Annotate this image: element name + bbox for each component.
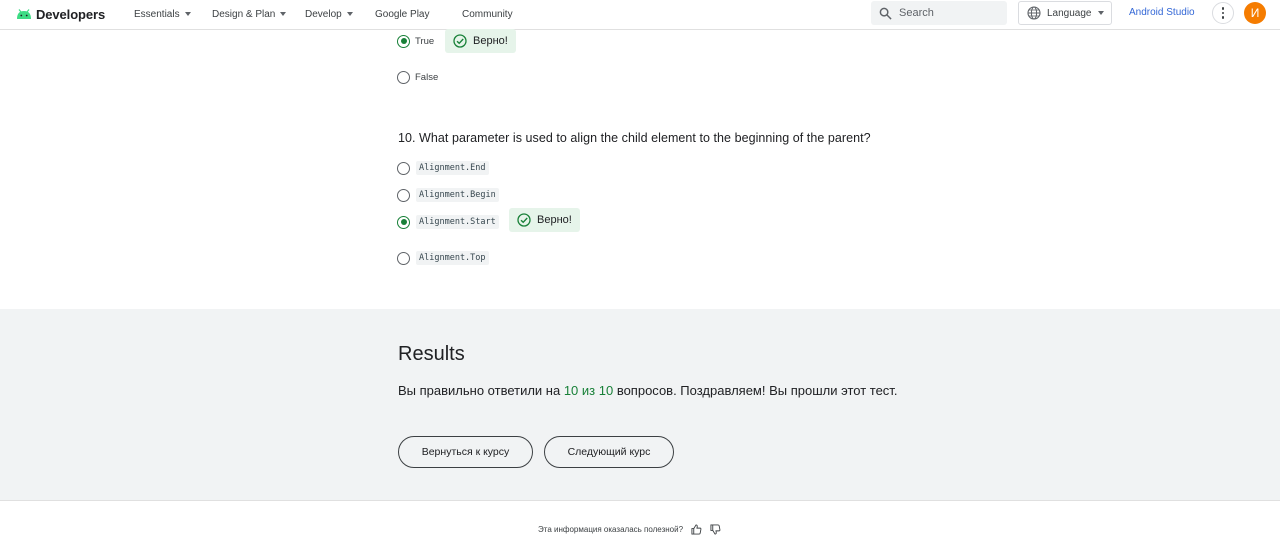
question-10-text: 10. What parameter is used to align the … (398, 131, 871, 145)
results-text-after: вопросов. Поздравляем! Вы прошли этот те… (613, 383, 898, 398)
results-score: 10 из 10 (563, 383, 614, 398)
nav-community[interactable]: Community (462, 7, 513, 21)
results-message: Вы правильно ответили на 10 из 10 вопрос… (398, 380, 898, 401)
option-false[interactable]: False (397, 69, 438, 85)
correct-badge: Верно! (445, 29, 516, 53)
thumb-up-icon[interactable] (691, 524, 702, 535)
correct-badge: Верно! (509, 208, 580, 232)
radio-unselected[interactable] (397, 251, 410, 265)
language-select[interactable]: Language (1018, 1, 1112, 25)
next-course-button[interactable]: Следующий курс (544, 436, 674, 468)
caret-down-icon (346, 12, 353, 16)
feedback-question: Эта информация оказалась полезной? (538, 525, 684, 534)
option-alignment-begin[interactable]: Alignment.Begin (397, 187, 499, 203)
thumb-down-icon[interactable] (710, 524, 721, 535)
feedback-bar: Эта информация оказалась полезной? (538, 524, 721, 535)
radio-unselected[interactable] (397, 161, 410, 175)
back-to-course-button[interactable]: Вернуться к курсу (398, 436, 533, 468)
language-label: Language (1047, 7, 1092, 19)
logo-text: Developers (36, 6, 106, 22)
caret-down-icon (184, 12, 191, 16)
nav-essentials[interactable]: Essentials (134, 7, 191, 21)
search-input[interactable]: Search (871, 1, 1007, 25)
nav-design-plan-label: Design & Plan (212, 8, 276, 20)
search-placeholder: Search (899, 7, 934, 19)
results-text-before: Вы правильно ответили на (398, 383, 564, 398)
option-code-label: Alignment.Top (416, 251, 489, 265)
check-circle-icon (517, 213, 531, 227)
search-icon (879, 7, 892, 20)
results-section (0, 309, 1280, 501)
top-nav-bar: Developers Essentials Design & Plan Deve… (0, 0, 1280, 30)
option-label: True (415, 35, 435, 47)
radio-unselected[interactable] (397, 70, 410, 84)
correct-badge-text: Верно! (473, 35, 508, 47)
android-studio-link[interactable]: Android Studio (1129, 7, 1195, 18)
radio-unselected[interactable] (397, 188, 410, 202)
caret-down-icon (280, 12, 287, 16)
option-code-label: Alignment.End (416, 161, 489, 175)
results-title: Results (398, 343, 465, 365)
correct-badge-text: Верно! (537, 214, 572, 226)
nav-google-play[interactable]: Google Play (375, 7, 429, 21)
globe-icon (1027, 6, 1041, 20)
option-alignment-end[interactable]: Alignment.End (397, 160, 489, 176)
option-alignment-top[interactable]: Alignment.Top (397, 250, 489, 266)
avatar[interactable]: И (1244, 2, 1266, 24)
option-code-label: Alignment.Start (416, 215, 499, 229)
nav-develop-label: Develop (305, 8, 342, 20)
caret-down-icon (1097, 11, 1104, 15)
nav-google-play-label: Google Play (375, 8, 430, 20)
option-label: False (415, 71, 439, 83)
android-icon (17, 9, 31, 19)
option-alignment-start[interactable]: Alignment.Start (397, 214, 499, 230)
more-options-icon[interactable] (1212, 2, 1234, 24)
radio-selected[interactable] (397, 215, 410, 229)
option-code-label: Alignment.Begin (416, 188, 499, 202)
nav-develop[interactable]: Develop (305, 7, 353, 21)
nav-essentials-label: Essentials (134, 8, 180, 20)
nav-design-plan[interactable]: Design & Plan (212, 7, 287, 21)
radio-selected[interactable] (397, 34, 410, 48)
developers-logo[interactable]: Developers (16, 4, 105, 24)
check-circle-icon (453, 34, 467, 48)
nav-community-label: Community (462, 8, 513, 20)
option-true[interactable]: True (397, 33, 434, 49)
